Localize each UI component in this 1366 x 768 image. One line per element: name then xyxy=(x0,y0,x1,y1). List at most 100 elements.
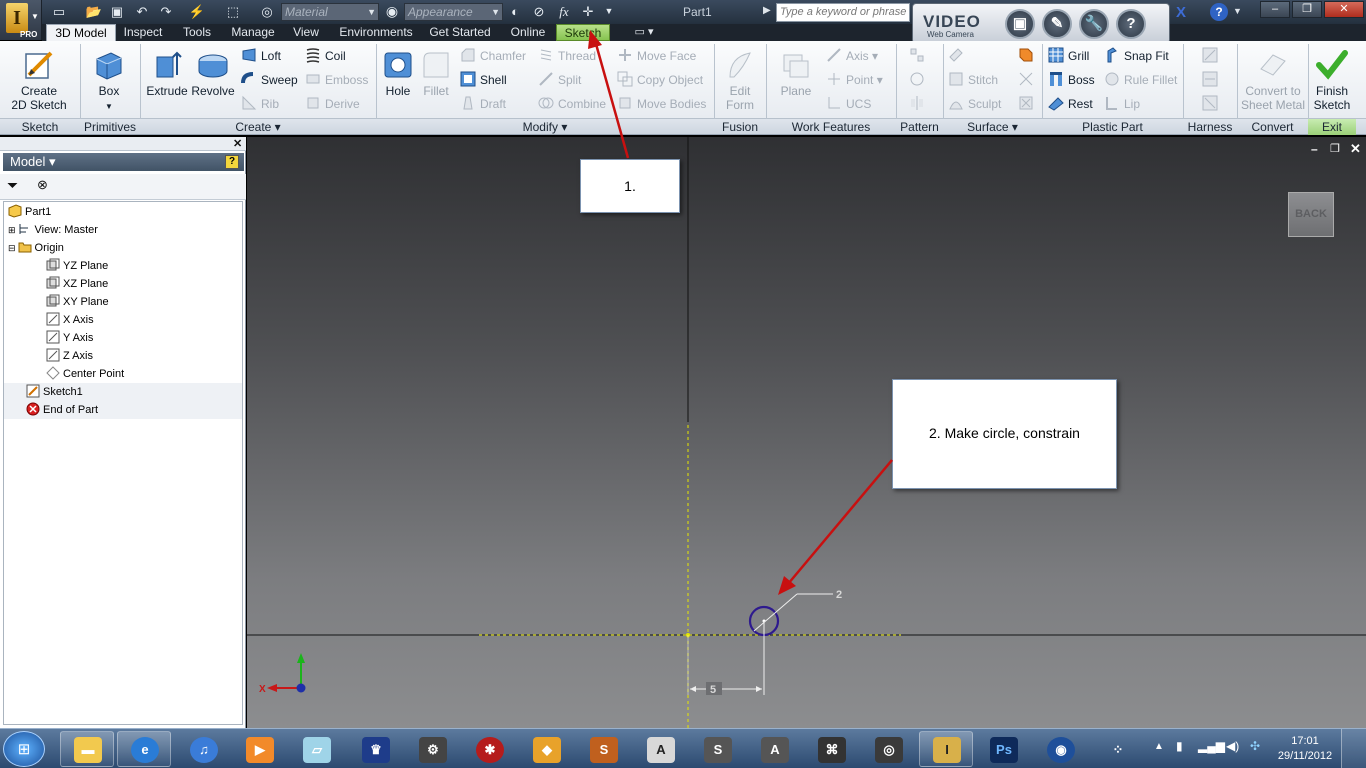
minimize-button[interactable]: – xyxy=(1260,1,1290,18)
tab-online[interactable]: Online xyxy=(505,24,551,41)
volume-icon[interactable]: ◀) xyxy=(1226,739,1239,753)
expand-icon[interactable]: ⊞ xyxy=(8,225,16,235)
panel-sketch[interactable]: Sketch xyxy=(0,119,80,135)
select-icon[interactable]: ⬚ xyxy=(224,3,242,20)
tree-item-part1[interactable]: Part1 xyxy=(8,203,51,221)
sync-icon[interactable]: ✣ xyxy=(1250,739,1260,753)
coil-button[interactable]: Coil xyxy=(305,47,346,65)
tree-item-view-master[interactable]: ⊞ View: Master xyxy=(8,221,98,239)
panel-close-icon[interactable]: ✕ xyxy=(233,137,242,150)
taskbar-app[interactable]: ⚙ xyxy=(405,731,459,767)
taskbar-inventor[interactable]: I xyxy=(919,731,973,767)
patch-icon[interactable] xyxy=(1018,47,1038,65)
taskbar-capture[interactable]: ◉ xyxy=(1033,731,1087,767)
filter-icon[interactable]: ⏷ xyxy=(7,177,18,194)
tree-item-y-axis[interactable]: Y Axis xyxy=(46,329,93,347)
edit-video-icon[interactable]: ✎ xyxy=(1042,9,1072,39)
graphics-viewport[interactable]: – ❐ ✕ BACK 2 5 X 1. 2. Make circle, cons… xyxy=(247,137,1366,728)
panel-primitives[interactable]: Primitives xyxy=(80,119,140,135)
loft-button[interactable]: Loft xyxy=(241,47,281,65)
finish-sketch-button[interactable]: Finish Sketch xyxy=(1310,49,1354,112)
revolve-button[interactable]: Revolve xyxy=(190,49,236,98)
snap-fit-button[interactable]: Snap Fit xyxy=(1104,47,1169,65)
appearance-combo[interactable]: Appearance ▼ xyxy=(404,3,503,21)
taskbar-king[interactable]: ♛ xyxy=(348,731,402,767)
adjust-icon[interactable]: ◐ xyxy=(506,3,524,20)
create-2d-sketch-button[interactable]: Create 2D Sketch xyxy=(4,49,74,112)
taskbar-notes[interactable]: ▱ xyxy=(289,731,343,767)
browser-help-icon[interactable]: ? xyxy=(225,155,239,169)
taskbar-sketchbook[interactable]: S xyxy=(690,731,744,767)
redo-icon[interactable]: ↷ xyxy=(157,3,175,20)
close-button[interactable]: ✕ xyxy=(1324,1,1364,18)
save-icon[interactable]: ▣ xyxy=(108,3,126,20)
panel-harness[interactable]: Harness xyxy=(1183,119,1237,135)
panel-pattern[interactable]: Pattern xyxy=(896,119,943,135)
tree-item-xz-plane[interactable]: XZ Plane xyxy=(46,275,108,293)
application-menu-button[interactable]: I PRO ▼ xyxy=(0,0,42,40)
rest-button[interactable]: Rest xyxy=(1048,95,1093,113)
tab-3d-model[interactable]: 3D Model xyxy=(46,24,116,41)
panel-plastic-part[interactable]: Plastic Part xyxy=(1042,119,1183,135)
taskbar-ecotect[interactable]: ✱ xyxy=(462,731,516,767)
tree-item-xy-plane[interactable]: XY Plane xyxy=(46,293,109,311)
hole-button[interactable]: Hole xyxy=(380,49,416,98)
show-desktop-button[interactable] xyxy=(1341,729,1366,768)
tab-view[interactable]: View xyxy=(289,24,323,41)
panel-exit[interactable]: Exit xyxy=(1308,119,1356,135)
taskbar-ie[interactable]: e xyxy=(117,731,171,767)
tab-manage[interactable]: Manage xyxy=(226,24,280,41)
restore-button[interactable]: ❐ xyxy=(1292,1,1322,18)
taskbar-app2[interactable]: ◆ xyxy=(519,731,573,767)
taskbar-itunes[interactable]: ♫ xyxy=(176,731,230,767)
collapse-icon[interactable]: ⊟ xyxy=(8,243,16,253)
tab-sketch[interactable]: Sketch xyxy=(556,24,610,41)
model-browser-header[interactable]: Model ▾ ? xyxy=(3,153,244,171)
taskbar-autocad[interactable]: A xyxy=(633,731,687,767)
update-icon[interactable]: ⚡ xyxy=(188,3,206,20)
extrude-button[interactable]: Extrude xyxy=(144,49,190,98)
video-help-icon[interactable]: ? xyxy=(1116,9,1146,39)
appearance-icon[interactable]: ◉ xyxy=(383,3,401,20)
tree-item-center-point[interactable]: Center Point xyxy=(46,365,124,383)
tree-item-z-axis[interactable]: Z Axis xyxy=(46,347,93,365)
presenter-icon[interactable]: ▣ xyxy=(1005,9,1035,39)
tab-tools[interactable]: Tools xyxy=(176,24,218,41)
taskbar-photoshop[interactable]: Ps xyxy=(976,731,1030,767)
taskbar-dots-app[interactable]: ⁘ xyxy=(1090,731,1144,767)
binoculars-icon[interactable]: ⊗ xyxy=(37,177,48,193)
search-input[interactable]: Type a keyword or phrase xyxy=(776,3,910,22)
grill-button[interactable]: Grill xyxy=(1048,47,1089,65)
taskbar-explorer[interactable]: ▬ xyxy=(60,731,114,767)
ribbon-options-icon[interactable]: ▭ ▾ xyxy=(630,24,658,41)
tree-item-x-axis[interactable]: X Axis xyxy=(46,311,94,329)
taskbar-showcase[interactable]: S xyxy=(576,731,630,767)
material-combo[interactable]: Material ▼ xyxy=(281,3,379,21)
panel-work-features[interactable]: Work Features xyxy=(766,119,896,135)
panel-modify[interactable]: Modify ▾ xyxy=(376,119,714,135)
power-icon[interactable]: ▮ xyxy=(1176,739,1183,753)
search-expand-icon[interactable]: ▶ xyxy=(763,5,771,16)
network-icon[interactable]: ▂▄▆ xyxy=(1198,739,1225,753)
wrench-icon[interactable]: 🔧 xyxy=(1079,9,1109,39)
taskbar-alias[interactable]: ⌘ xyxy=(804,731,858,767)
panel-create[interactable]: Create ▾ xyxy=(140,119,376,135)
help-dropdown-icon[interactable]: ▼ xyxy=(1233,6,1242,16)
undo-icon[interactable]: ↶ xyxy=(133,3,151,20)
show-hidden-icons[interactable]: ▲ xyxy=(1154,741,1164,752)
measure-icon[interactable]: ✛ xyxy=(579,3,597,20)
fx-parameters-icon[interactable]: fx xyxy=(555,3,573,20)
tree-item-yz-plane[interactable]: YZ Plane xyxy=(46,257,108,275)
taskbar-3dsmax[interactable]: ◎ xyxy=(861,731,915,767)
box-button[interactable]: Box ▼ xyxy=(86,49,132,114)
new-icon[interactable]: ▭ xyxy=(50,3,68,20)
qat-dropdown-icon[interactable]: ▼ xyxy=(600,3,618,20)
panel-fusion[interactable]: Fusion xyxy=(714,119,766,135)
open-icon[interactable]: 📂 xyxy=(85,3,103,20)
sweep-button[interactable]: Sweep xyxy=(241,71,298,89)
panel-convert[interactable]: Convert xyxy=(1237,119,1308,135)
color-icon[interactable]: ◎ xyxy=(258,3,276,20)
tree-item-end-of-part[interactable]: End of Part xyxy=(4,401,242,419)
taskbar-autocad2[interactable]: A xyxy=(747,731,801,767)
exchange-icon[interactable]: X xyxy=(1176,4,1186,21)
